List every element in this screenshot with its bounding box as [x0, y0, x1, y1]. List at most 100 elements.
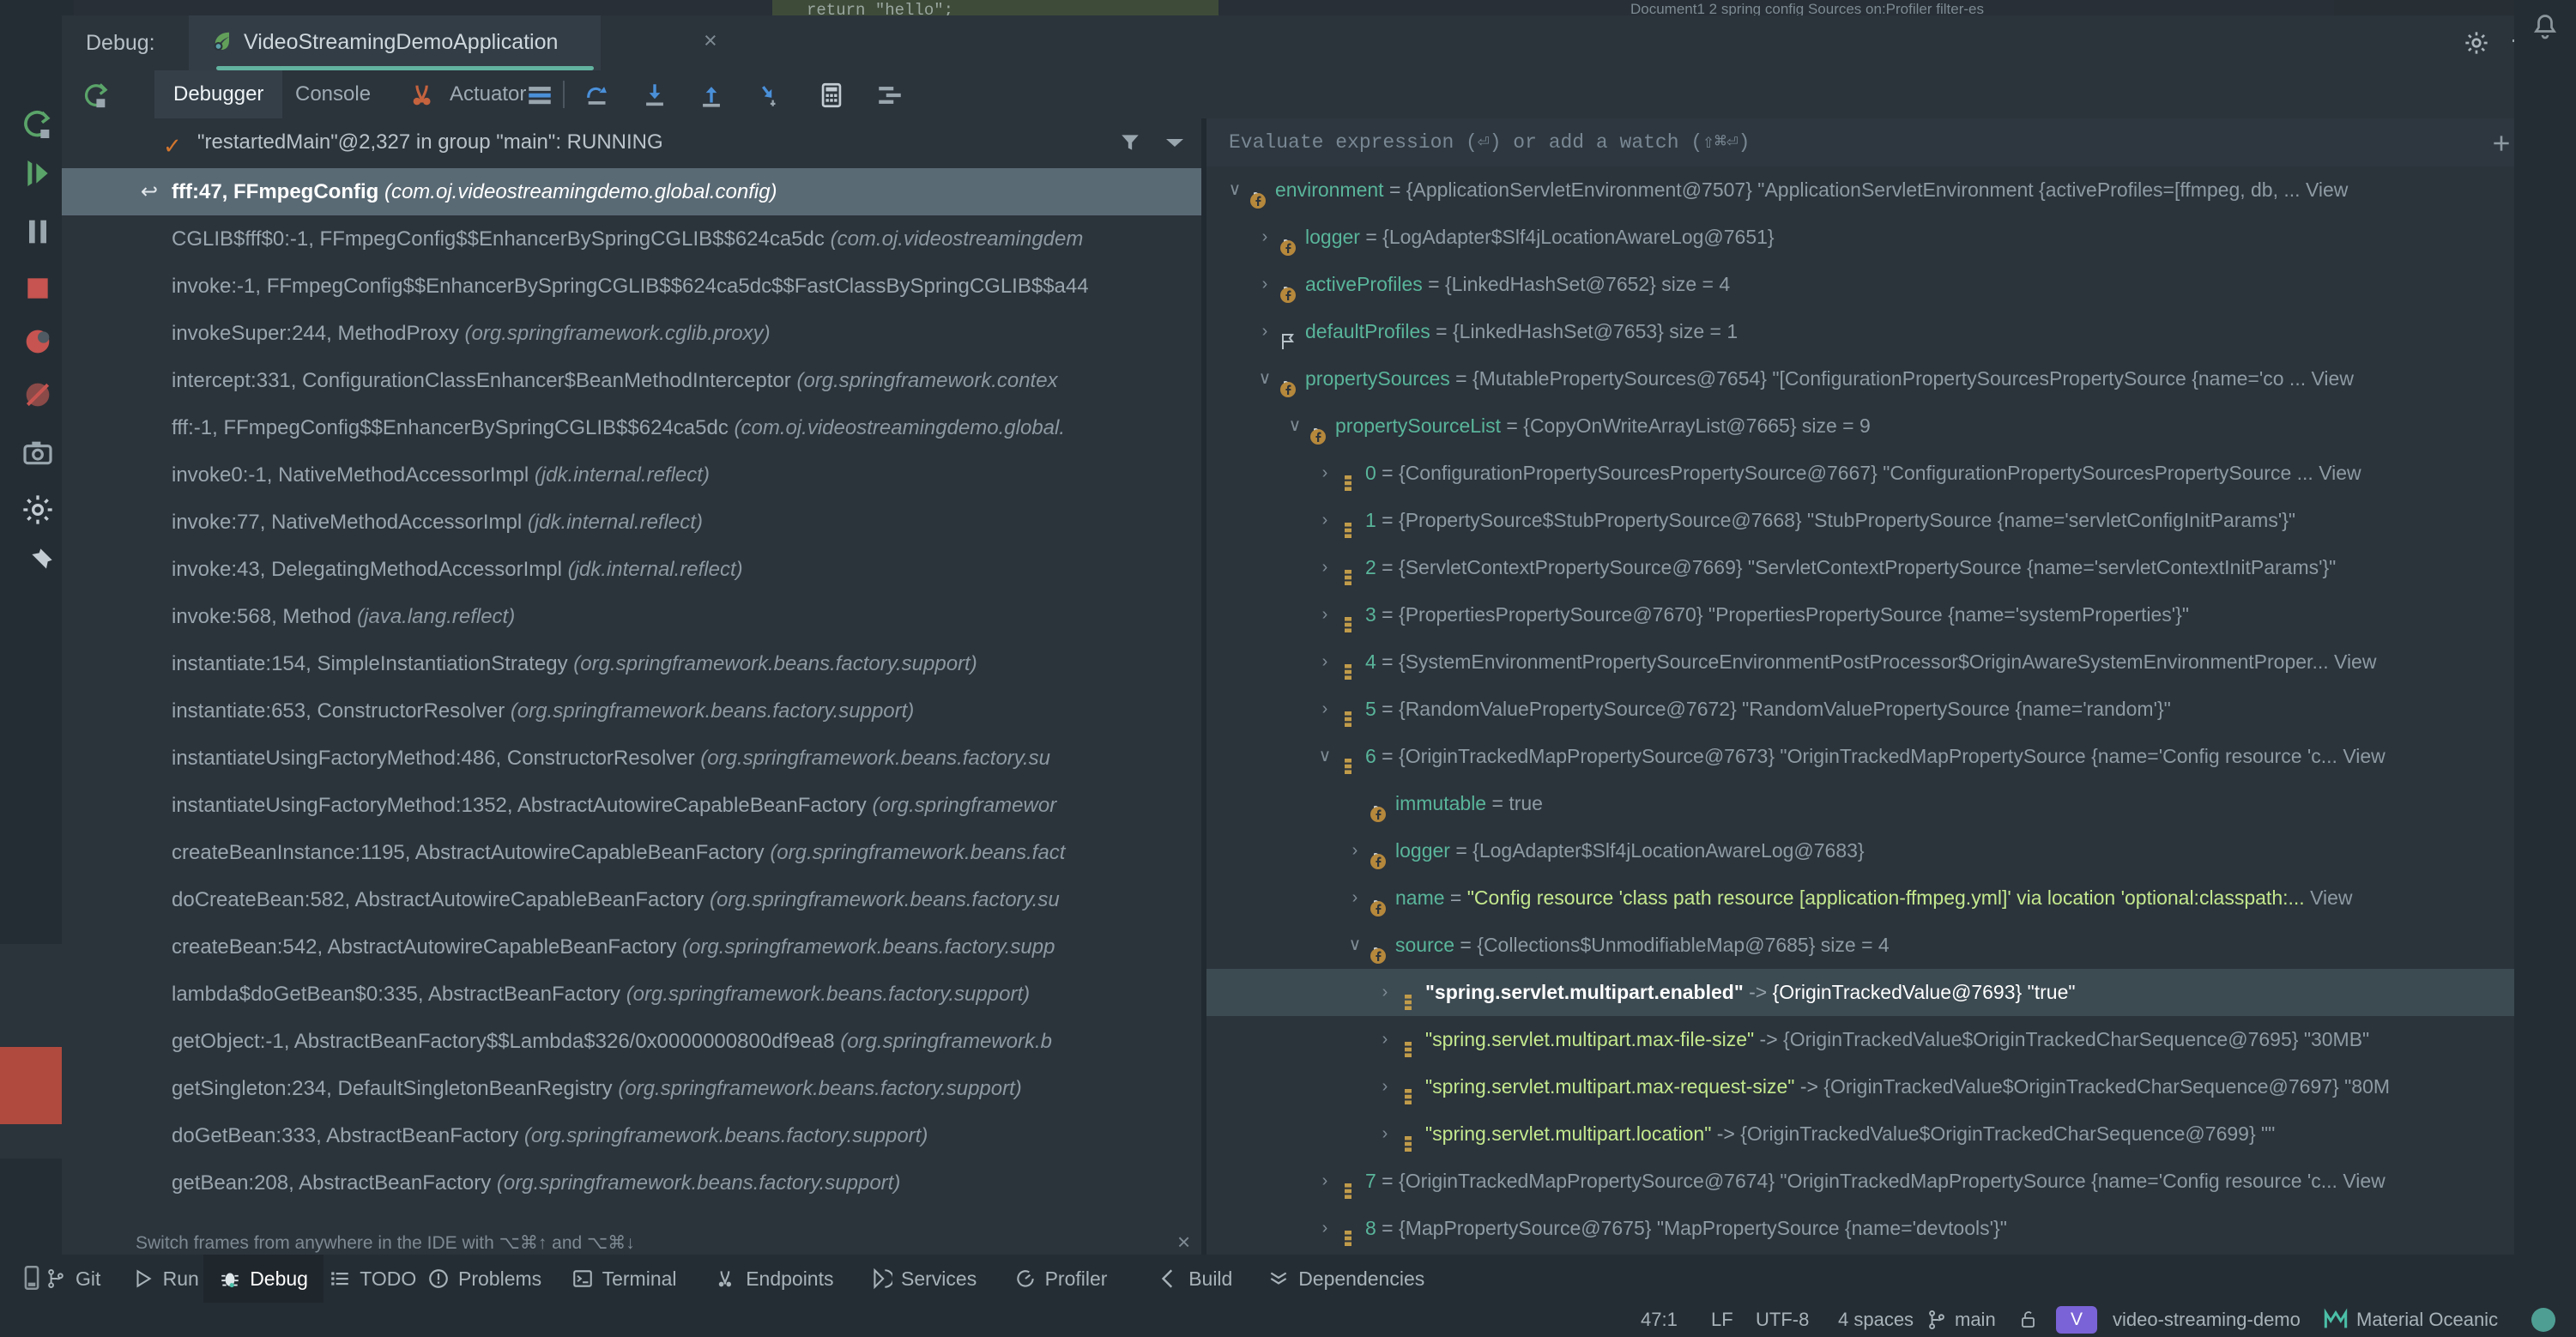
- stack-frame-row[interactable]: intercept:331, ConfigurationClassEnhance…: [62, 357, 1201, 404]
- chevron-right-icon[interactable]: ›: [1374, 1063, 1396, 1110]
- chevron-right-icon[interactable]: ›: [1254, 308, 1276, 355]
- variable-row[interactable]: › 3 = {PropertiesPropertySource@7670} "Pr…: [1206, 591, 2576, 638]
- stack-frame-row[interactable]: invokeSuper:244, MethodProxy (org.spring…: [62, 310, 1201, 357]
- chevron-down-icon[interactable]: ∨: [1224, 166, 1246, 214]
- stack-frame-row[interactable]: doCreateBean:582, AbstractAutowireCapabl…: [62, 876, 1201, 923]
- variable-row[interactable]: › 7 = {OriginTrackedMapPropertySource@767…: [1206, 1158, 2576, 1205]
- breakpoint-icon[interactable]: [21, 324, 55, 359]
- step-out-icon[interactable]: [697, 81, 726, 110]
- git-branch-icon[interactable]: [1926, 1308, 1948, 1336]
- tool-window-button-problems[interactable]: Problems: [412, 1255, 557, 1303]
- add-watch-icon[interactable]: [2490, 132, 2513, 160]
- stack-frame-row[interactable]: ↩ fff:47, FFmpegConfig (com.oj.videostrea…: [62, 168, 1201, 215]
- gear-icon[interactable]: [2463, 29, 2490, 57]
- view-link[interactable]: View: [2306, 178, 2348, 201]
- chevron-right-icon[interactable]: ›: [1314, 544, 1336, 591]
- chevron-right-icon[interactable]: ›: [1314, 497, 1336, 544]
- stack-frame-row[interactable]: instantiateUsingFactoryMethod:1352, Abst…: [62, 782, 1201, 829]
- chevron-right-icon[interactable]: ›: [1314, 686, 1336, 733]
- stack-frame-row[interactable]: getObject:-1, AbstractBeanFactory$$Lambd…: [62, 1018, 1201, 1065]
- stack-frame-row[interactable]: invoke0:-1, NativeMethodAccessorImpl (jd…: [62, 451, 1201, 499]
- chevron-right-icon[interactable]: ›: [1374, 1016, 1396, 1063]
- chevron-down-icon[interactable]: ∨: [1284, 402, 1306, 450]
- filter-icon[interactable]: [1119, 130, 1141, 154]
- tool-window-button-profiler[interactable]: Profiler: [999, 1255, 1123, 1303]
- stack-frame-row[interactable]: getBean:208, AbstractBeanFactory (org.sp…: [62, 1159, 1201, 1207]
- tool-window-button-endpoints[interactable]: Endpoints: [699, 1255, 849, 1303]
- variable-row[interactable]: ∨ source = {Collections$UnmodifiableMap@7…: [1206, 922, 2576, 969]
- stack-frame-row[interactable]: doGetBean:333, AbstractBeanFactory (org.…: [62, 1112, 1201, 1159]
- chevron-down-icon[interactable]: ∨: [1254, 355, 1276, 402]
- rerun-icon[interactable]: [81, 81, 110, 110]
- variable-row[interactable]: › logger = {LogAdapter$Slf4jLocationAware…: [1206, 827, 2576, 874]
- project-name[interactable]: video-streaming-demo: [2113, 1309, 2301, 1331]
- material-theme-icon[interactable]: [2324, 1308, 2348, 1336]
- variable-row[interactable]: › 5 = {RandomValuePropertySource@7672} "R…: [1206, 686, 2576, 733]
- chevron-right-icon[interactable]: ›: [1374, 1110, 1396, 1158]
- chevron-right-icon[interactable]: ›: [1314, 1205, 1336, 1252]
- variable-row[interactable]: › 2 = {ServletContextPropertySource@7669}…: [1206, 544, 2576, 591]
- stack-frame-row[interactable]: invoke:-1, FFmpegConfig$$EnhancerBySprin…: [62, 263, 1201, 310]
- chevron-down-icon[interactable]: ∨: [1314, 733, 1336, 780]
- caret-position[interactable]: 47:1: [1641, 1309, 1678, 1331]
- indent-setting[interactable]: 4 spaces: [1838, 1309, 1914, 1331]
- chevron-right-icon[interactable]: ›: [1344, 874, 1366, 922]
- variable-row[interactable]: › activeProfiles = {LinkedHashSet@7652} s…: [1206, 261, 2576, 308]
- view-link[interactable]: View: [2310, 886, 2352, 909]
- vcs-chip[interactable]: V: [2056, 1306, 2097, 1334]
- build-icon[interactable]: [21, 108, 55, 142]
- run-icon[interactable]: [21, 156, 55, 191]
- pin-icon[interactable]: [21, 546, 55, 580]
- variable-row[interactable]: › "spring.servlet.multipart.enabled" -> {…: [1206, 969, 2576, 1016]
- variables-tree[interactable]: ∨ environment = {ApplicationServletEnviro…: [1206, 166, 2576, 1263]
- chevron-right-icon[interactable]: ›: [1374, 969, 1396, 1016]
- mute-breakpoints-icon[interactable]: [21, 378, 55, 412]
- variable-row[interactable]: › 4 = {SystemEnvironmentPropertySourceEnv…: [1206, 638, 2576, 686]
- tool-window-button-run[interactable]: Run: [117, 1255, 215, 1303]
- view-link[interactable]: View: [2343, 745, 2385, 767]
- call-stack-frames-list[interactable]: ↩ fff:47, FFmpegConfig (com.oj.videostrea…: [62, 168, 1201, 1225]
- variable-row[interactable]: › "spring.servlet.multipart.max-request-s…: [1206, 1063, 2576, 1110]
- encoding[interactable]: UTF-8: [1756, 1309, 1809, 1331]
- variable-row[interactable]: › 8 = {MapPropertySource@7675} "MapProper…: [1206, 1205, 2576, 1252]
- variable-row[interactable]: › name = "Config resource 'class path res…: [1206, 874, 2576, 922]
- stack-frame-row[interactable]: getSingleton:234, DefaultSingletonBeanRe…: [62, 1065, 1201, 1112]
- camera-icon[interactable]: [21, 436, 55, 470]
- line-separator[interactable]: LF: [1711, 1309, 1733, 1331]
- stack-frame-row[interactable]: lambda$doGetBean$0:335, AbstractBeanFact…: [62, 971, 1201, 1018]
- stack-frame-row[interactable]: invoke:568, Method (java.lang.reflect): [62, 593, 1201, 640]
- variable-row[interactable]: ∨ propertySources = {MutablePropertySourc…: [1206, 355, 2576, 402]
- stack-frame-row[interactable]: createBean:542, AbstractAutowireCapableB…: [62, 923, 1201, 971]
- evaluate-expression-bar[interactable]: Evaluate expression (⏎) or add a watch (…: [1206, 118, 2576, 166]
- variable-row[interactable]: immutable = true: [1206, 780, 2576, 827]
- chevron-right-icon[interactable]: ›: [1344, 827, 1366, 874]
- tab-debugger[interactable]: Debugger: [154, 70, 283, 118]
- tool-window-button-dependencies[interactable]: Dependencies: [1252, 1255, 1440, 1303]
- chevron-down-icon[interactable]: [1165, 137, 1184, 154]
- chevron-down-icon[interactable]: ∨: [1344, 922, 1366, 969]
- chevron-right-icon[interactable]: ›: [1314, 1158, 1336, 1205]
- chevron-right-icon[interactable]: ›: [1254, 214, 1276, 261]
- stack-frame-row[interactable]: instantiate:653, ConstructorResolver (or…: [62, 687, 1201, 735]
- stack-frame-row[interactable]: fff:-1, FFmpegConfig$$EnhancerBySpringCG…: [62, 404, 1201, 451]
- chevron-right-icon[interactable]: ›: [1314, 591, 1336, 638]
- close-icon[interactable]: ×: [1177, 1229, 1190, 1255]
- bell-icon[interactable]: [2530, 12, 2561, 43]
- variable-row[interactable]: › 0 = {ConfigurationPropertySourcesProper…: [1206, 450, 2576, 497]
- git-branch-label[interactable]: main: [1955, 1309, 1996, 1331]
- variable-row[interactable]: ∨ 6 = {OriginTrackedMapPropertySource@767…: [1206, 733, 2576, 780]
- view-link[interactable]: View: [2319, 462, 2361, 484]
- step-into-icon[interactable]: [640, 81, 669, 110]
- stack-frame-row[interactable]: invoke:43, DelegatingMethodAccessorImpl …: [62, 546, 1201, 593]
- variable-row[interactable]: › "spring.servlet.multipart.location" -> …: [1206, 1110, 2576, 1158]
- variable-row[interactable]: › defaultProfiles = {LinkedHashSet@7653} …: [1206, 308, 2576, 355]
- stack-frame-row[interactable]: createBeanInstance:1195, AbstractAutowir…: [62, 829, 1201, 876]
- status-indicator-dot[interactable]: [2531, 1308, 2555, 1332]
- tool-window-button-services[interactable]: Services: [855, 1255, 992, 1303]
- variable-row[interactable]: ∨ environment = {ApplicationServletEnviro…: [1206, 166, 2576, 214]
- stack-frame-row[interactable]: instantiateUsingFactoryMethod:486, Const…: [62, 735, 1201, 782]
- variable-row[interactable]: ∨ propertySourceList = {CopyOnWriteArrayL…: [1206, 402, 2576, 450]
- layout-icon[interactable]: [525, 81, 554, 110]
- variable-row[interactable]: › 1 = {PropertySource$StubPropertySource@…: [1206, 497, 2576, 544]
- settings-icon[interactable]: [21, 493, 55, 527]
